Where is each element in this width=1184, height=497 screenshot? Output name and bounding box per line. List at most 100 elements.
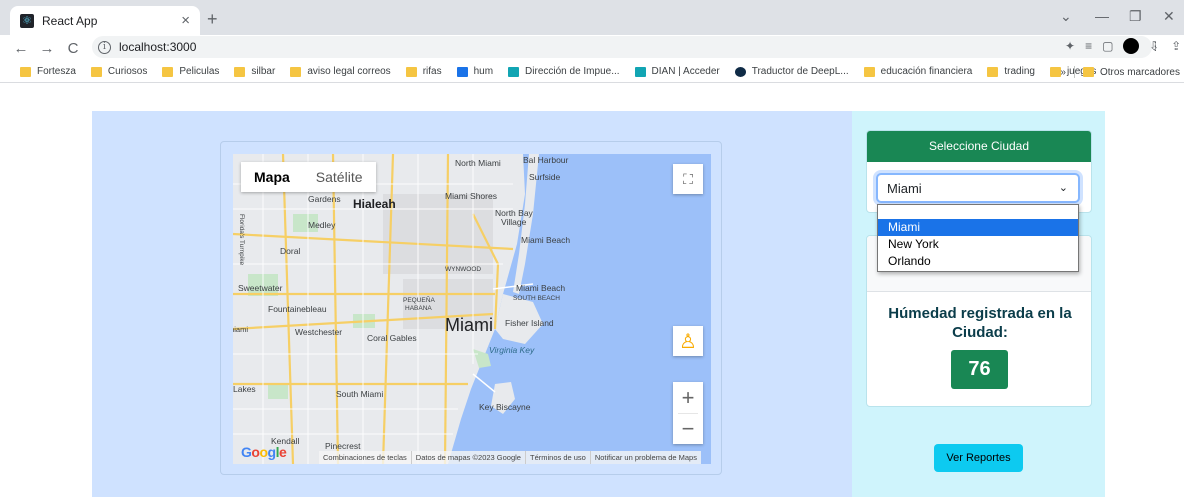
map-label: Doral [280, 246, 300, 256]
humidity-value-badge: 76 [951, 350, 1008, 389]
zoom-control: + − [673, 382, 703, 444]
browser-tab[interactable]: ⚛ React App × [10, 6, 200, 35]
deepl-icon [734, 66, 746, 77]
map-label: Key Biscayne [479, 402, 531, 412]
map-label: PEQUEÑA [403, 295, 435, 304]
tab-search-icon[interactable]: ⌄ [1060, 8, 1072, 25]
side-panel: Seleccione Ciudad Miami ⌄ Húmedad regist… [852, 111, 1105, 497]
fullscreen-icon[interactable]: ⛶ [673, 164, 703, 194]
map-label: Sweetwater [238, 283, 283, 293]
info-icon[interactable]: i [98, 40, 111, 54]
map-type-control: Mapa Satélite [241, 162, 376, 192]
map-label: Florida's Turnpike [238, 214, 245, 265]
extensions-icon[interactable]: ✦ [1065, 39, 1075, 53]
city-option-miami[interactable]: Miami [878, 219, 1078, 236]
site-icon [634, 66, 646, 77]
bookmark-item[interactable]: hum [456, 66, 493, 77]
folder-icon [90, 66, 102, 77]
map-label: Miami Beach [521, 235, 570, 245]
map-label: Gardens [308, 194, 341, 204]
address-bar[interactable]: i localhost:3000 ⇩ ⇪ ☆ [92, 36, 1181, 58]
city-header: Seleccione Ciudad [867, 131, 1091, 162]
zoom-out-button[interactable]: − [673, 413, 703, 444]
new-tab-icon[interactable]: + [207, 9, 218, 30]
bookmark-item[interactable]: silbar [234, 66, 275, 77]
bookmarks-overflow-icon[interactable]: » [1060, 67, 1066, 78]
bookmark-item[interactable]: aviso legal correos [290, 66, 391, 77]
app-page: North Miami Bal Harbour Surfside Gardens… [0, 84, 1184, 497]
folder-icon [987, 66, 999, 77]
terms-link[interactable]: Términos de uso [526, 451, 591, 464]
profile-avatar-icon[interactable] [1123, 38, 1140, 54]
close-window-icon[interactable]: ✕ [1163, 8, 1175, 25]
reload-icon[interactable]: C [60, 40, 86, 57]
map-label: HABANA [405, 305, 432, 312]
bookmark-item[interactable]: trading [987, 66, 1035, 77]
street-view-pegman-icon[interactable]: ♙ [673, 326, 703, 356]
map-label: Bal Harbour [523, 155, 569, 165]
map-label: miami [233, 325, 248, 334]
bookmark-item[interactable]: Peliculas [162, 66, 219, 77]
google-logo: Google [241, 444, 287, 460]
bookmark-item[interactable]: Traductor de DeepL... [734, 66, 849, 77]
site-icon [508, 66, 520, 77]
map-label: Westchester [295, 327, 342, 337]
keyboard-shortcuts-link[interactable]: Combinaciones de teclas [319, 451, 412, 464]
side-panel-icon[interactable]: ▢ [1102, 39, 1113, 53]
map-label: SOUTH BEACH [513, 295, 560, 302]
bookmark-item[interactable]: educación financiera [863, 66, 972, 77]
share-icon[interactable]: ⇪ [1171, 39, 1181, 53]
chevron-down-icon: ⌄ [1058, 182, 1068, 194]
restore-icon[interactable]: ❐ [1129, 8, 1142, 25]
back-icon[interactable]: ← [8, 40, 34, 57]
map-label: Medley [308, 220, 336, 230]
map-data-text: Datos de mapas ©2023 Google [412, 451, 526, 464]
map-label: Coral Gables [367, 333, 417, 343]
map-type-map-button[interactable]: Mapa [241, 162, 303, 192]
tab-title: React App [42, 13, 98, 28]
map-label: WYNWOOD [445, 266, 481, 273]
map-label: Surfside [529, 172, 560, 182]
city-option-orlando[interactable]: Orlando [878, 253, 1078, 270]
map-label: Fountainebleau [268, 304, 327, 314]
city-option-new-york[interactable]: New York [878, 236, 1078, 253]
view-reports-button[interactable]: Ver Reportes [934, 444, 1023, 472]
map-attribution: Combinaciones de teclas Datos de mapas ©… [319, 451, 701, 464]
menu-icon[interactable]: ⋮ [1149, 39, 1161, 53]
url-text: localhost:3000 [119, 40, 197, 54]
folder-icon [1049, 66, 1061, 77]
map-label: Miami [445, 315, 493, 335]
browser-toolbar: ← → C i localhost:3000 ⇩ ⇪ ☆ [0, 35, 1184, 61]
forward-icon[interactable]: → [34, 40, 60, 57]
city-select[interactable]: Miami ⌄ [876, 173, 1080, 203]
folder-icon [863, 66, 875, 77]
folder-icon [405, 66, 417, 77]
bookmarks-right: » Otros marcadores [1060, 61, 1180, 83]
folder-icon [290, 66, 302, 77]
map-label: Miami Shores [445, 191, 497, 201]
city-dropdown-list: Miami New York Orlando [877, 204, 1079, 272]
close-tab-icon[interactable]: × [181, 12, 190, 29]
reading-list-icon[interactable]: ≡ [1085, 39, 1092, 53]
minimize-icon[interactable]: — [1095, 8, 1109, 24]
report-problem-link[interactable]: Notificar un problema de Maps [591, 451, 701, 464]
zoom-separator [678, 413, 698, 414]
map-label: Lakes [233, 384, 256, 394]
bookmark-item[interactable]: DIAN | Acceder [634, 66, 720, 77]
google-map[interactable]: North Miami Bal Harbour Surfside Gardens… [233, 154, 711, 464]
dropdown-blank-option[interactable] [878, 205, 1078, 219]
map-label: Miami Beach [516, 283, 565, 293]
bookmark-item[interactable]: Curiosos [90, 66, 147, 77]
map-type-satellite-button[interactable]: Satélite [303, 162, 376, 192]
map-label: North Miami [455, 158, 501, 168]
folder-icon [162, 66, 174, 77]
map-label: South Miami [336, 389, 383, 399]
bookmark-item[interactable]: rifas [405, 66, 442, 77]
bookmark-item[interactable]: Fortesza [20, 66, 76, 77]
folder-icon [1082, 67, 1094, 77]
city-select-value: Miami [887, 180, 922, 196]
map-label: Village [501, 217, 527, 227]
bookmark-item[interactable]: Dirección de Impue... [508, 66, 620, 77]
zoom-in-button[interactable]: + [673, 382, 703, 413]
other-bookmarks[interactable]: Otros marcadores [1100, 67, 1180, 78]
